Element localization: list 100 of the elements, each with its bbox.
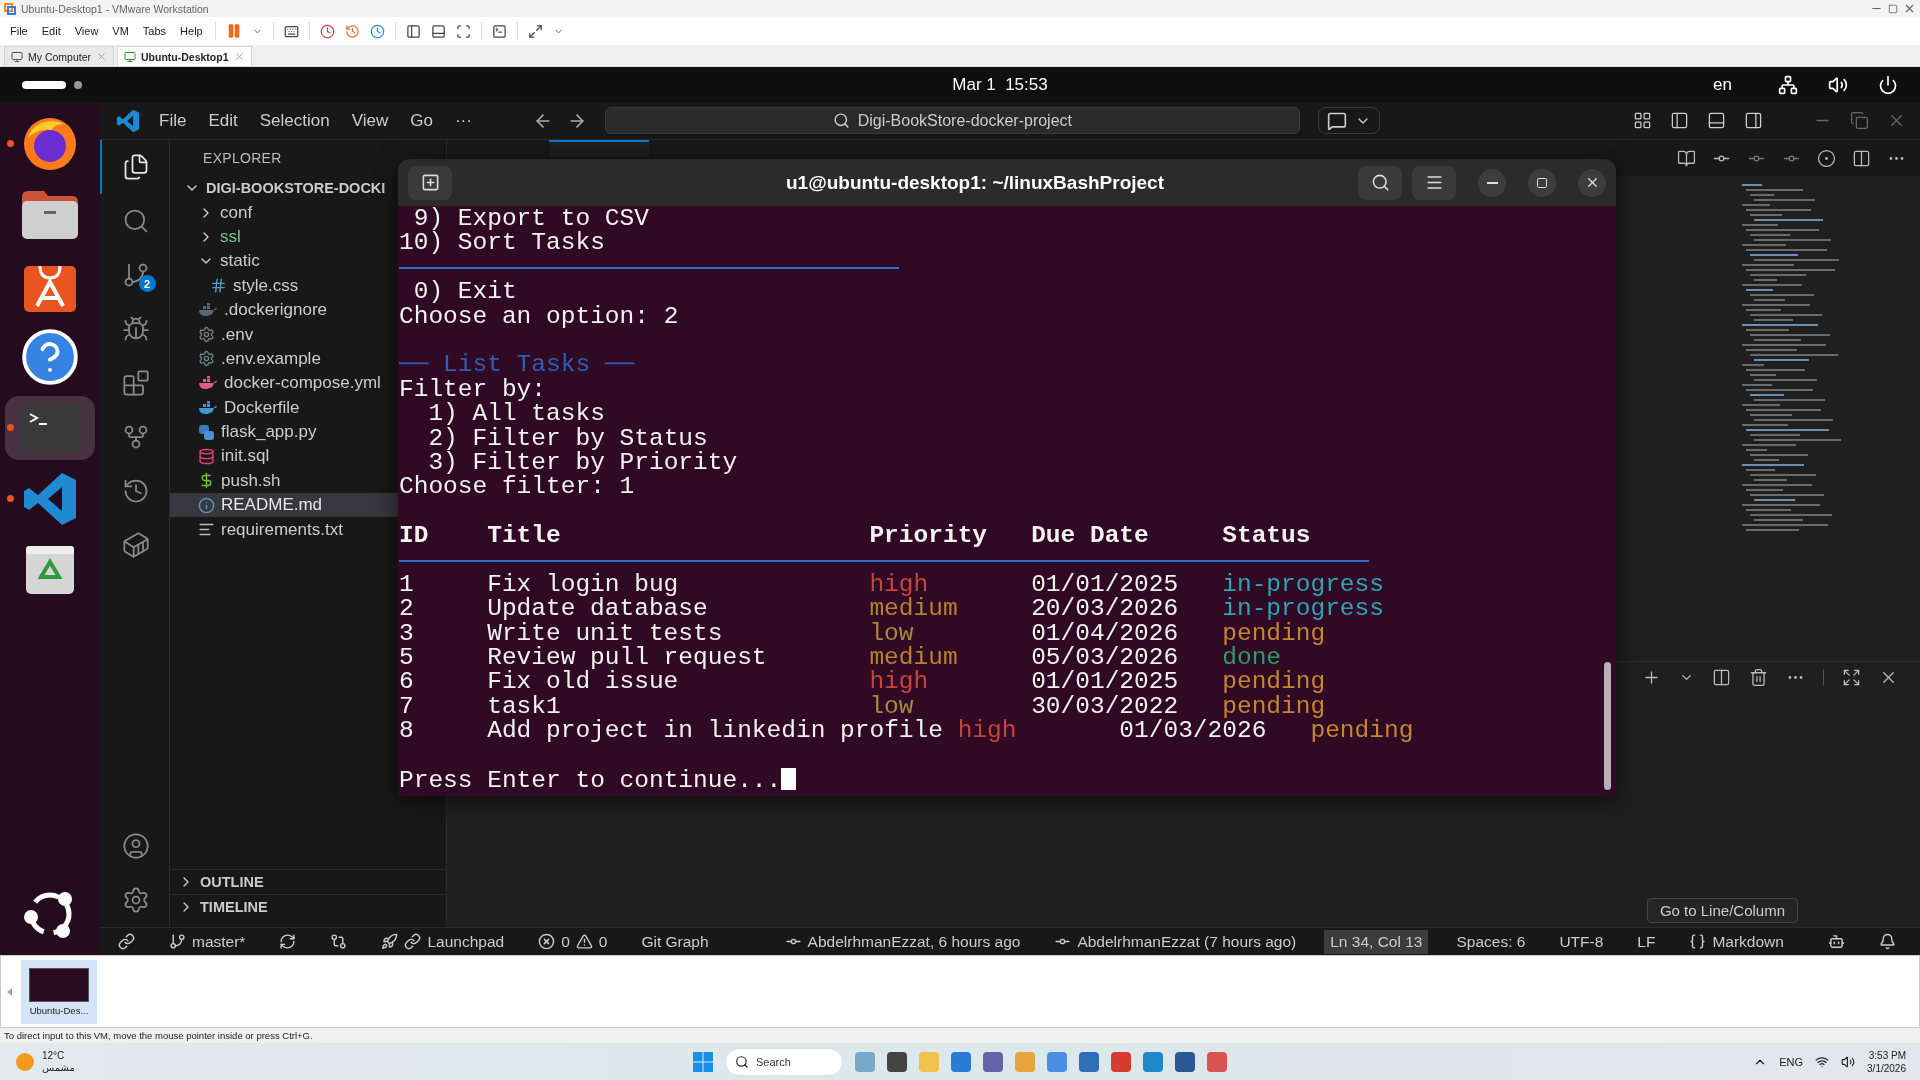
command-center[interactable]: Digi-BookStore-docker-project [604, 107, 1300, 134]
fullscreen-icon[interactable] [527, 23, 543, 39]
section-header[interactable]: OUTLINE [170, 869, 446, 894]
maximize-icon[interactable] [1842, 667, 1861, 687]
taskbar-app-icon[interactable] [951, 1051, 971, 1072]
vm-thumbnail[interactable]: Ubuntu-Des... [21, 959, 97, 1024]
tree-item[interactable]: DIGI-BOOKSTORE-DOCKI [170, 176, 398, 201]
prompt-text: Press Enter to continue... [399, 767, 782, 794]
tree-item[interactable]: .dockerignore [170, 297, 398, 323]
menu-button[interactable] [1412, 165, 1456, 200]
taskbar-app-icon[interactable] [1111, 1051, 1131, 1072]
panel-bottom-icon[interactable] [1707, 111, 1726, 130]
tree-item[interactable]: static [170, 249, 398, 274]
tree-item[interactable]: requirements.txt [170, 517, 398, 542]
windows-logo-icon[interactable] [693, 1051, 713, 1072]
keyboard-layout[interactable]: en [1713, 74, 1732, 95]
status-item[interactable]: LF [1631, 929, 1662, 954]
volume-icon[interactable] [1841, 1054, 1856, 1069]
fit-icon[interactable] [455, 23, 471, 39]
menu-item[interactable]: Help [178, 25, 205, 37]
problems-button[interactable]: 0 0 [532, 929, 614, 954]
network-icon[interactable] [1778, 74, 1798, 95]
status-item[interactable]: Ln 34, Col 13 [1324, 929, 1429, 954]
menu-item[interactable]: File [148, 110, 198, 131]
split-icon[interactable] [1712, 667, 1731, 687]
branch-button[interactable]: master* [163, 929, 252, 954]
panel-right-icon[interactable] [1744, 111, 1763, 130]
menu-item[interactable]: View [72, 25, 101, 37]
active-tab[interactable] [549, 140, 649, 157]
taskbar-app-icon[interactable] [887, 1051, 907, 1072]
volume-icon[interactable] [1828, 74, 1848, 95]
taskbar-app-icon[interactable] [1175, 1051, 1195, 1072]
tree-item[interactable]: .env.example [170, 346, 398, 372]
menu-item[interactable]: Selection [248, 110, 341, 131]
graph-circle-icon[interactable] [1817, 148, 1836, 168]
language-button[interactable]: Markdown [1683, 929, 1790, 954]
menu-item[interactable]: VM [110, 25, 131, 37]
workspace-dot[interactable] [74, 80, 82, 89]
clock[interactable]: 3:53 PM 3/1/2026 [1867, 1048, 1906, 1075]
terminal-line: Choose filter: 1 [399, 473, 635, 501]
tab[interactable]: Ubuntu-Desktop1 [117, 46, 252, 66]
status-item[interactable]: Git Graph [635, 929, 715, 954]
status-item[interactable]: UTF-8 [1553, 929, 1610, 954]
network-icon[interactable] [1815, 1054, 1830, 1069]
input-language[interactable]: ENG [1779, 1055, 1804, 1068]
preview-icon[interactable] [1677, 148, 1696, 168]
tab[interactable]: My Computer [4, 46, 114, 66]
new-tab-button[interactable] [408, 165, 452, 200]
split-editor-icon[interactable] [1852, 148, 1871, 168]
keyboard-icon[interactable] [283, 23, 299, 39]
power-icon[interactable] [1878, 74, 1898, 95]
restore-icon[interactable] [1850, 111, 1869, 130]
panel-left-icon[interactable] [1670, 111, 1689, 130]
code-editor-icon [116, 108, 140, 133]
tree-item[interactable]: flask_app.py [170, 419, 398, 445]
search-field[interactable]: Search [725, 1047, 843, 1076]
tree-item[interactable]: style.css [170, 273, 398, 298]
tree-item[interactable]: push.sh [170, 468, 398, 494]
workspace-indicator[interactable] [22, 80, 66, 89]
scrollbar-thumb[interactable] [1604, 662, 1611, 790]
sidebar-toggle-icon[interactable] [405, 23, 421, 39]
search-button[interactable] [1358, 165, 1402, 200]
menu-item[interactable]: Tabs [140, 25, 169, 37]
tree-item[interactable]: conf [170, 200, 398, 225]
activity-button[interactable]: 2 [99, 248, 170, 302]
chat-button[interactable] [1317, 107, 1380, 134]
tree-item[interactable]: docker-compose.yml [170, 371, 398, 396]
status-cell: in-progress [1222, 597, 1384, 622]
clock[interactable]: Mar 1 15:53 [222, 74, 1698, 95]
menu-item[interactable]: File [8, 25, 30, 37]
tree-item[interactable]: .env [170, 322, 398, 347]
taskbar-app-icon[interactable] [1079, 1051, 1099, 1072]
tree-item[interactable]: README.md [170, 493, 398, 518]
snapshot-manager-icon[interactable] [369, 23, 385, 39]
trash-icon[interactable] [1749, 667, 1768, 687]
section-header[interactable]: TIMELINE [170, 894, 446, 919]
tree-item[interactable]: ssl [170, 224, 398, 250]
maximize-button[interactable] [1528, 168, 1556, 197]
blame-button[interactable]: AbdelrhmanEzzat (7 hours ago) [1048, 929, 1303, 954]
status-item[interactable]: Spaces: 6 [1450, 929, 1532, 954]
layout-icon[interactable] [1633, 111, 1652, 130]
thumbnail-toggle-icon[interactable] [430, 23, 446, 39]
blame-button[interactable]: AbdelrhmanEzzat, 6 hours ago [778, 929, 1027, 954]
badge: 2 [138, 275, 156, 292]
tree-item[interactable]: init.sql [170, 444, 398, 469]
menu-item[interactable]: Go [399, 110, 444, 131]
close-button[interactable] [1578, 168, 1606, 197]
menu-item[interactable]: Edit [39, 25, 63, 37]
launchpad-button[interactable]: Launchpad [375, 929, 511, 954]
tree-item[interactable]: Dockerfile [170, 395, 398, 420]
console-icon[interactable] [491, 23, 507, 39]
column-header: Title [487, 524, 562, 549]
gear-icon [198, 326, 215, 344]
menu-item[interactable]: ··· [443, 110, 483, 131]
menu-item[interactable]: Edit [197, 110, 249, 131]
revert-icon[interactable] [344, 23, 360, 39]
taskbar-app-icon[interactable] [983, 1051, 1003, 1072]
snapshot-icon[interactable] [319, 23, 335, 39]
menu-item[interactable]: View [340, 110, 400, 131]
minimize-button[interactable] [1478, 168, 1506, 197]
